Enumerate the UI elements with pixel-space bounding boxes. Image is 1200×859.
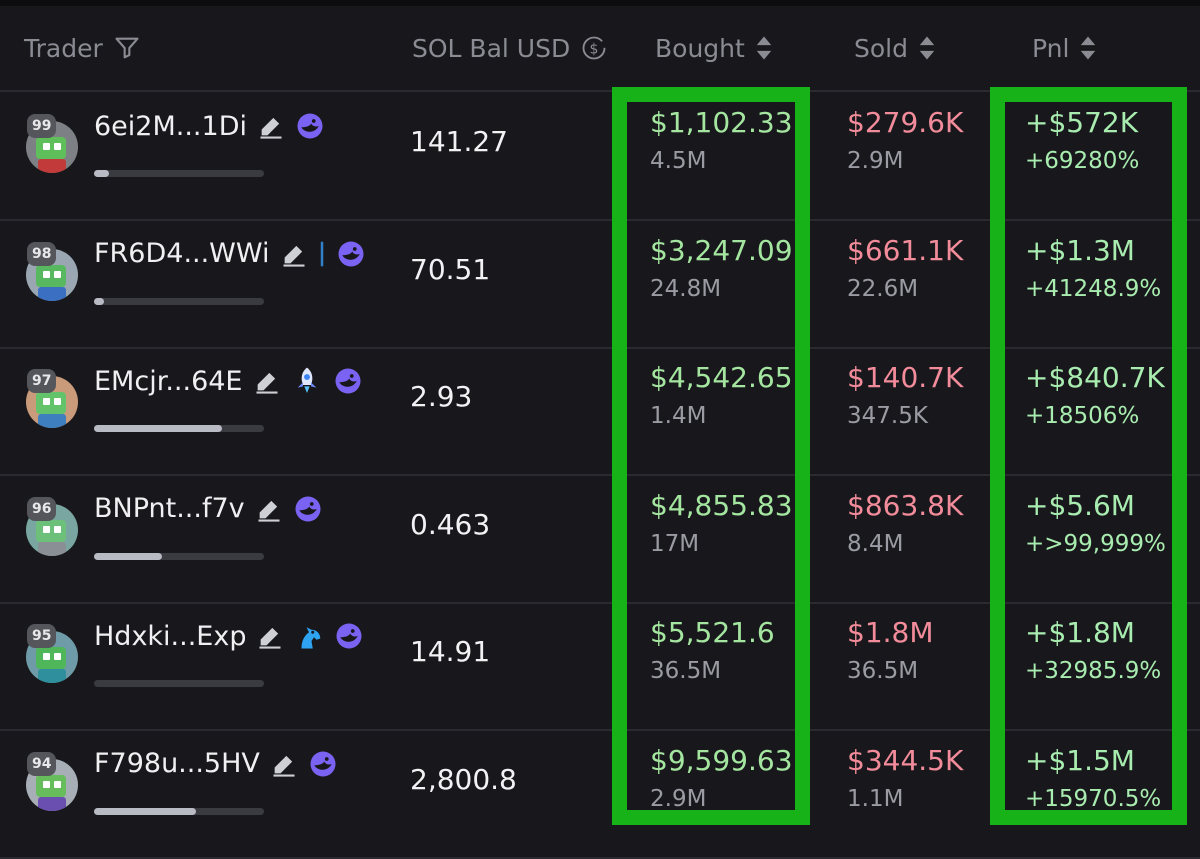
- header-pnl[interactable]: Pnl: [1032, 6, 1097, 90]
- pnl-usd: +$1.8M: [1025, 616, 1135, 649]
- whale-icon: [334, 621, 364, 651]
- bought-amount: 36.5M: [650, 658, 722, 684]
- whale-icon: [333, 366, 363, 396]
- table-row[interactable]: 97 EMcjr...64E 2.93 $4,542.65 1.4M $140.7K 347…: [0, 347, 1200, 476]
- sold-amount: 347.5K: [847, 403, 928, 429]
- sold-amount: 36.5M: [847, 658, 919, 684]
- filter-icon[interactable]: [113, 34, 141, 62]
- pnl-percent: +15970.5%: [1025, 785, 1162, 812]
- divider-icon: [318, 239, 326, 269]
- rank-badge: 98: [27, 241, 57, 266]
- bought-amount: 17M: [650, 530, 700, 557]
- bought-amount: 24.8M: [650, 275, 722, 302]
- bought-amount: 1.4M: [650, 403, 707, 429]
- sold-amount: 2.9M: [847, 148, 904, 174]
- sol-balance: 0.463: [410, 507, 491, 541]
- trader-progress-bar: [94, 807, 264, 815]
- header-sold[interactable]: Sold: [854, 6, 936, 90]
- bought-amount: 4.5M: [650, 148, 707, 174]
- edit-icon[interactable]: [253, 367, 281, 395]
- sol-balance: 70.51: [410, 252, 491, 286]
- horse-icon: [294, 621, 324, 651]
- svg-text:$: $: [590, 41, 599, 57]
- bought-usd: $3,247.09: [650, 233, 793, 267]
- header-sol-bal[interactable]: SOL Bal USD $: [412, 6, 608, 90]
- trader-progress-bar: [94, 552, 264, 560]
- table-row[interactable]: 96 BNPnt...f7v 0.463 $4,855.83 17M $863.8K 8.4…: [0, 475, 1200, 604]
- table-header: Trader SOL Bal USD $ Bought Sold Pnl: [0, 6, 1200, 92]
- whale-icon: [295, 111, 325, 141]
- rocket-icon: [291, 365, 323, 397]
- header-trader[interactable]: Trader: [24, 6, 141, 90]
- rank-badge: 95: [27, 624, 57, 648]
- sol-balance: 2,800.8: [410, 762, 517, 796]
- sold-usd: $344.5K: [847, 743, 964, 777]
- table-row[interactable]: 99 6ei2M...1Di 141.27 $1,102.33 4.5M $279.6K 2…: [0, 92, 1200, 221]
- pnl-percent: +41248.9%: [1025, 275, 1162, 302]
- sold-usd: $661.1K: [847, 233, 964, 267]
- trader-address[interactable]: BNPnt...f7v: [94, 491, 323, 527]
- sold-usd: $279.6K: [847, 106, 964, 139]
- trader-progress-bar: [94, 425, 264, 432]
- trader-address[interactable]: 6ei2M...1Di: [94, 108, 325, 144]
- edit-icon[interactable]: [270, 750, 298, 778]
- trader-address[interactable]: FR6D4...WWi: [94, 236, 366, 272]
- pnl-percent: +>99,999%: [1025, 530, 1166, 557]
- sold-usd: $1.8M: [847, 616, 934, 649]
- whale-icon: [336, 239, 366, 269]
- trader-address[interactable]: Hdxki...Exp: [94, 618, 364, 654]
- edit-icon[interactable]: [257, 112, 285, 140]
- sold-amount: 8.4M: [847, 530, 904, 557]
- sol-balance: 14.91: [410, 635, 491, 668]
- pnl-percent: +18506%: [1025, 403, 1140, 429]
- edit-icon[interactable]: [280, 240, 308, 268]
- trader-address[interactable]: F798u...5HV: [94, 746, 338, 782]
- sol-balance: 2.93: [410, 380, 473, 413]
- bought-amount: 2.9M: [650, 785, 707, 812]
- sold-usd: $863.8K: [847, 488, 964, 522]
- pnl-percent: +32985.9%: [1025, 658, 1162, 684]
- trader-progress-bar: [94, 170, 264, 177]
- bought-usd: $1,102.33: [650, 106, 793, 139]
- sort-icon[interactable]: [755, 35, 773, 61]
- bought-usd: $5,521.6: [650, 616, 775, 649]
- sold-usd: $140.7K: [847, 361, 964, 394]
- rank-badge: 94: [27, 751, 57, 776]
- sol-balance: 141.27: [410, 125, 508, 158]
- rank-badge: 99: [27, 114, 57, 138]
- edit-icon[interactable]: [256, 622, 284, 650]
- trader-progress-bar: [94, 680, 264, 687]
- bought-usd: $9,599.63: [650, 743, 793, 777]
- table-row[interactable]: 95 Hdxki...Exp 14.91 $5,521.6 36.5M $1.8M 36.5…: [0, 602, 1200, 731]
- sold-amount: 1.1M: [847, 785, 904, 812]
- pnl-usd: +$1.3M: [1025, 233, 1135, 267]
- pnl-percent: +69280%: [1025, 148, 1140, 174]
- rank-badge: 96: [27, 496, 57, 521]
- sort-icon[interactable]: [918, 35, 936, 61]
- sold-amount: 22.6M: [847, 275, 919, 302]
- rank-badge: 97: [27, 369, 57, 393]
- dollar-circle-icon[interactable]: $: [580, 34, 608, 62]
- whale-icon: [308, 749, 338, 779]
- pnl-usd: +$840.7K: [1025, 361, 1165, 394]
- pnl-usd: +$572K: [1025, 106, 1139, 139]
- trader-address[interactable]: EMcjr...64E: [94, 363, 363, 399]
- edit-icon[interactable]: [255, 495, 283, 523]
- trader-progress-bar: [94, 297, 264, 305]
- bought-usd: $4,855.83: [650, 488, 793, 522]
- sort-icon[interactable]: [1079, 35, 1097, 61]
- table-row[interactable]: 98 FR6D4...WWi 70.51 $3,247.09 24.8M $661.1K 2…: [0, 220, 1200, 349]
- table-row[interactable]: 94 F798u...5HV 2,800.8 $9,599.63 2.9M $344.5K…: [0, 730, 1200, 859]
- bought-usd: $4,542.65: [650, 361, 793, 394]
- pnl-usd: +$5.6M: [1025, 488, 1135, 522]
- whale-icon: [293, 494, 323, 524]
- header-bought[interactable]: Bought: [655, 6, 773, 90]
- pnl-usd: +$1.5M: [1025, 743, 1135, 777]
